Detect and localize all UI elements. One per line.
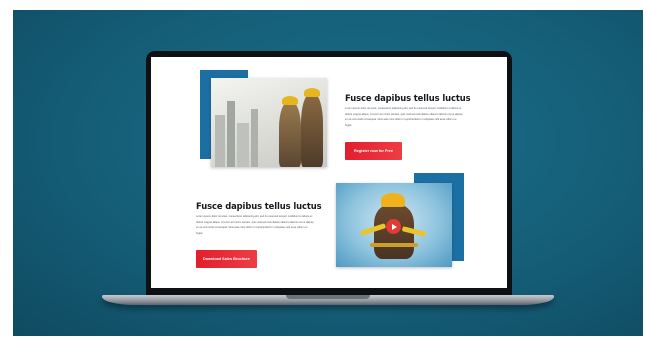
laptop-notch <box>286 295 370 299</box>
laptop-screen: Fusce dapibus tellus luctus Lorem ipsum … <box>151 57 507 288</box>
background-stage: Fusce dapibus tellus luctus Lorem ipsum … <box>13 10 643 336</box>
construction-workers-photo <box>211 78 327 167</box>
play-icon[interactable] <box>386 219 401 234</box>
register-now-button[interactable]: Register now for Free <box>345 142 402 160</box>
construction-worker-video-thumbnail[interactable] <box>336 183 452 267</box>
laptop-bezel: Fusce dapibus tellus luctus Lorem ipsum … <box>146 51 512 299</box>
section-1-body: Lorem ipsum dolor sit amet, consectetur … <box>345 107 463 127</box>
section-2-title: Fusce dapibus tellus luctus <box>196 201 322 211</box>
section-2-body: Lorem ipsum dolor sit amet, consectetur … <box>196 215 314 235</box>
download-brochure-button[interactable]: Download Sales Brochure <box>196 250 257 268</box>
section-1-title: Fusce dapibus tellus luctus <box>345 93 471 103</box>
